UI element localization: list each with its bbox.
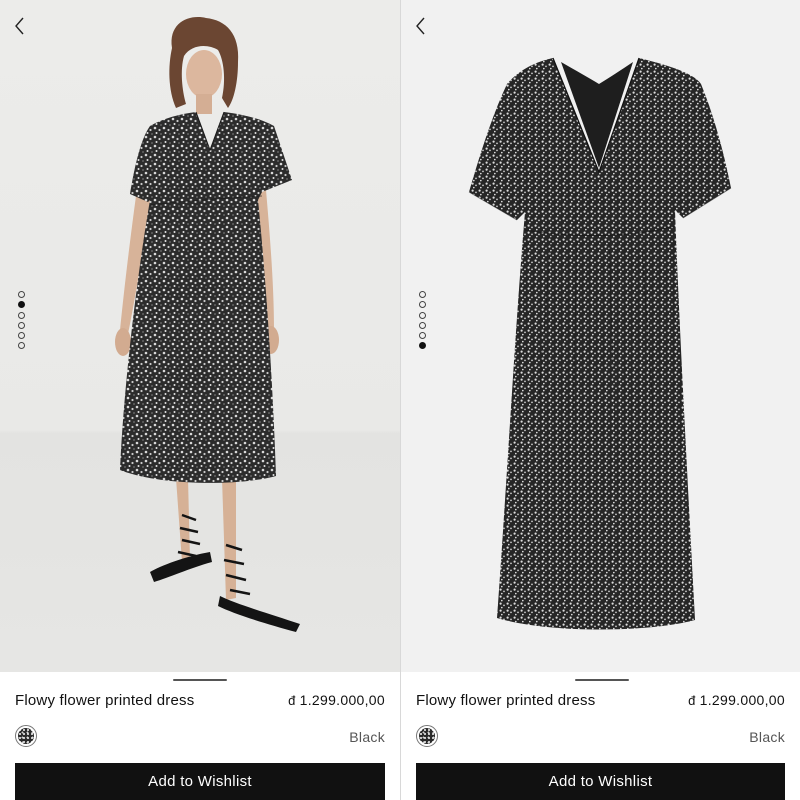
gallery-dot[interactable] [419, 311, 426, 319]
product-price: đ 1.299.000,00 [288, 692, 385, 708]
color-swatch[interactable] [15, 725, 37, 747]
gallery-dot[interactable] [419, 332, 426, 340]
currency-symbol: đ [688, 693, 696, 708]
product-photo-model[interactable] [0, 0, 400, 672]
gallery-dot-active[interactable] [18, 301, 25, 309]
product-photo-flat[interactable] [401, 0, 800, 672]
gallery-dot[interactable] [18, 342, 25, 350]
gallery-dot[interactable] [419, 291, 426, 298]
selected-color-name: Black [749, 729, 785, 745]
chevron-left-icon[interactable] [12, 14, 28, 38]
product-price: đ 1.299.000,00 [688, 692, 785, 708]
chevron-left-icon[interactable] [413, 14, 429, 38]
product-panel-left: Flowy flower printed dress đ 1.299.000,00… [0, 0, 400, 800]
gallery-dot-active[interactable] [419, 342, 426, 350]
add-to-wishlist-button[interactable]: Add to Wishlist [15, 763, 385, 800]
selected-color-name: Black [349, 729, 385, 745]
currency-symbol: đ [288, 693, 296, 708]
gallery-dot[interactable] [18, 332, 25, 340]
drag-handle[interactable] [575, 679, 629, 681]
drag-handle[interactable] [173, 679, 227, 681]
swatch-pattern [18, 728, 34, 744]
gallery-dot[interactable] [18, 291, 25, 298]
product-name: Flowy flower printed dress [416, 692, 596, 709]
gallery-pagination [18, 291, 26, 353]
product-name: Flowy flower printed dress [15, 692, 195, 709]
product-panel-right: Flowy flower printed dress đ 1.299.000,00… [401, 0, 800, 800]
gallery-dot[interactable] [18, 321, 25, 329]
gallery-dot[interactable] [419, 321, 426, 329]
gallery-pagination [419, 291, 427, 353]
model-illustration [115, 17, 300, 632]
gallery-dot[interactable] [18, 311, 25, 319]
color-swatch[interactable] [416, 725, 438, 747]
swatch-pattern [419, 728, 435, 744]
add-to-wishlist-button[interactable]: Add to Wishlist [416, 763, 785, 800]
dress-flat-illustration [468, 57, 732, 630]
price-value: 1.299.000,00 [299, 692, 385, 708]
gallery-dot[interactable] [419, 301, 426, 309]
price-value: 1.299.000,00 [699, 692, 785, 708]
